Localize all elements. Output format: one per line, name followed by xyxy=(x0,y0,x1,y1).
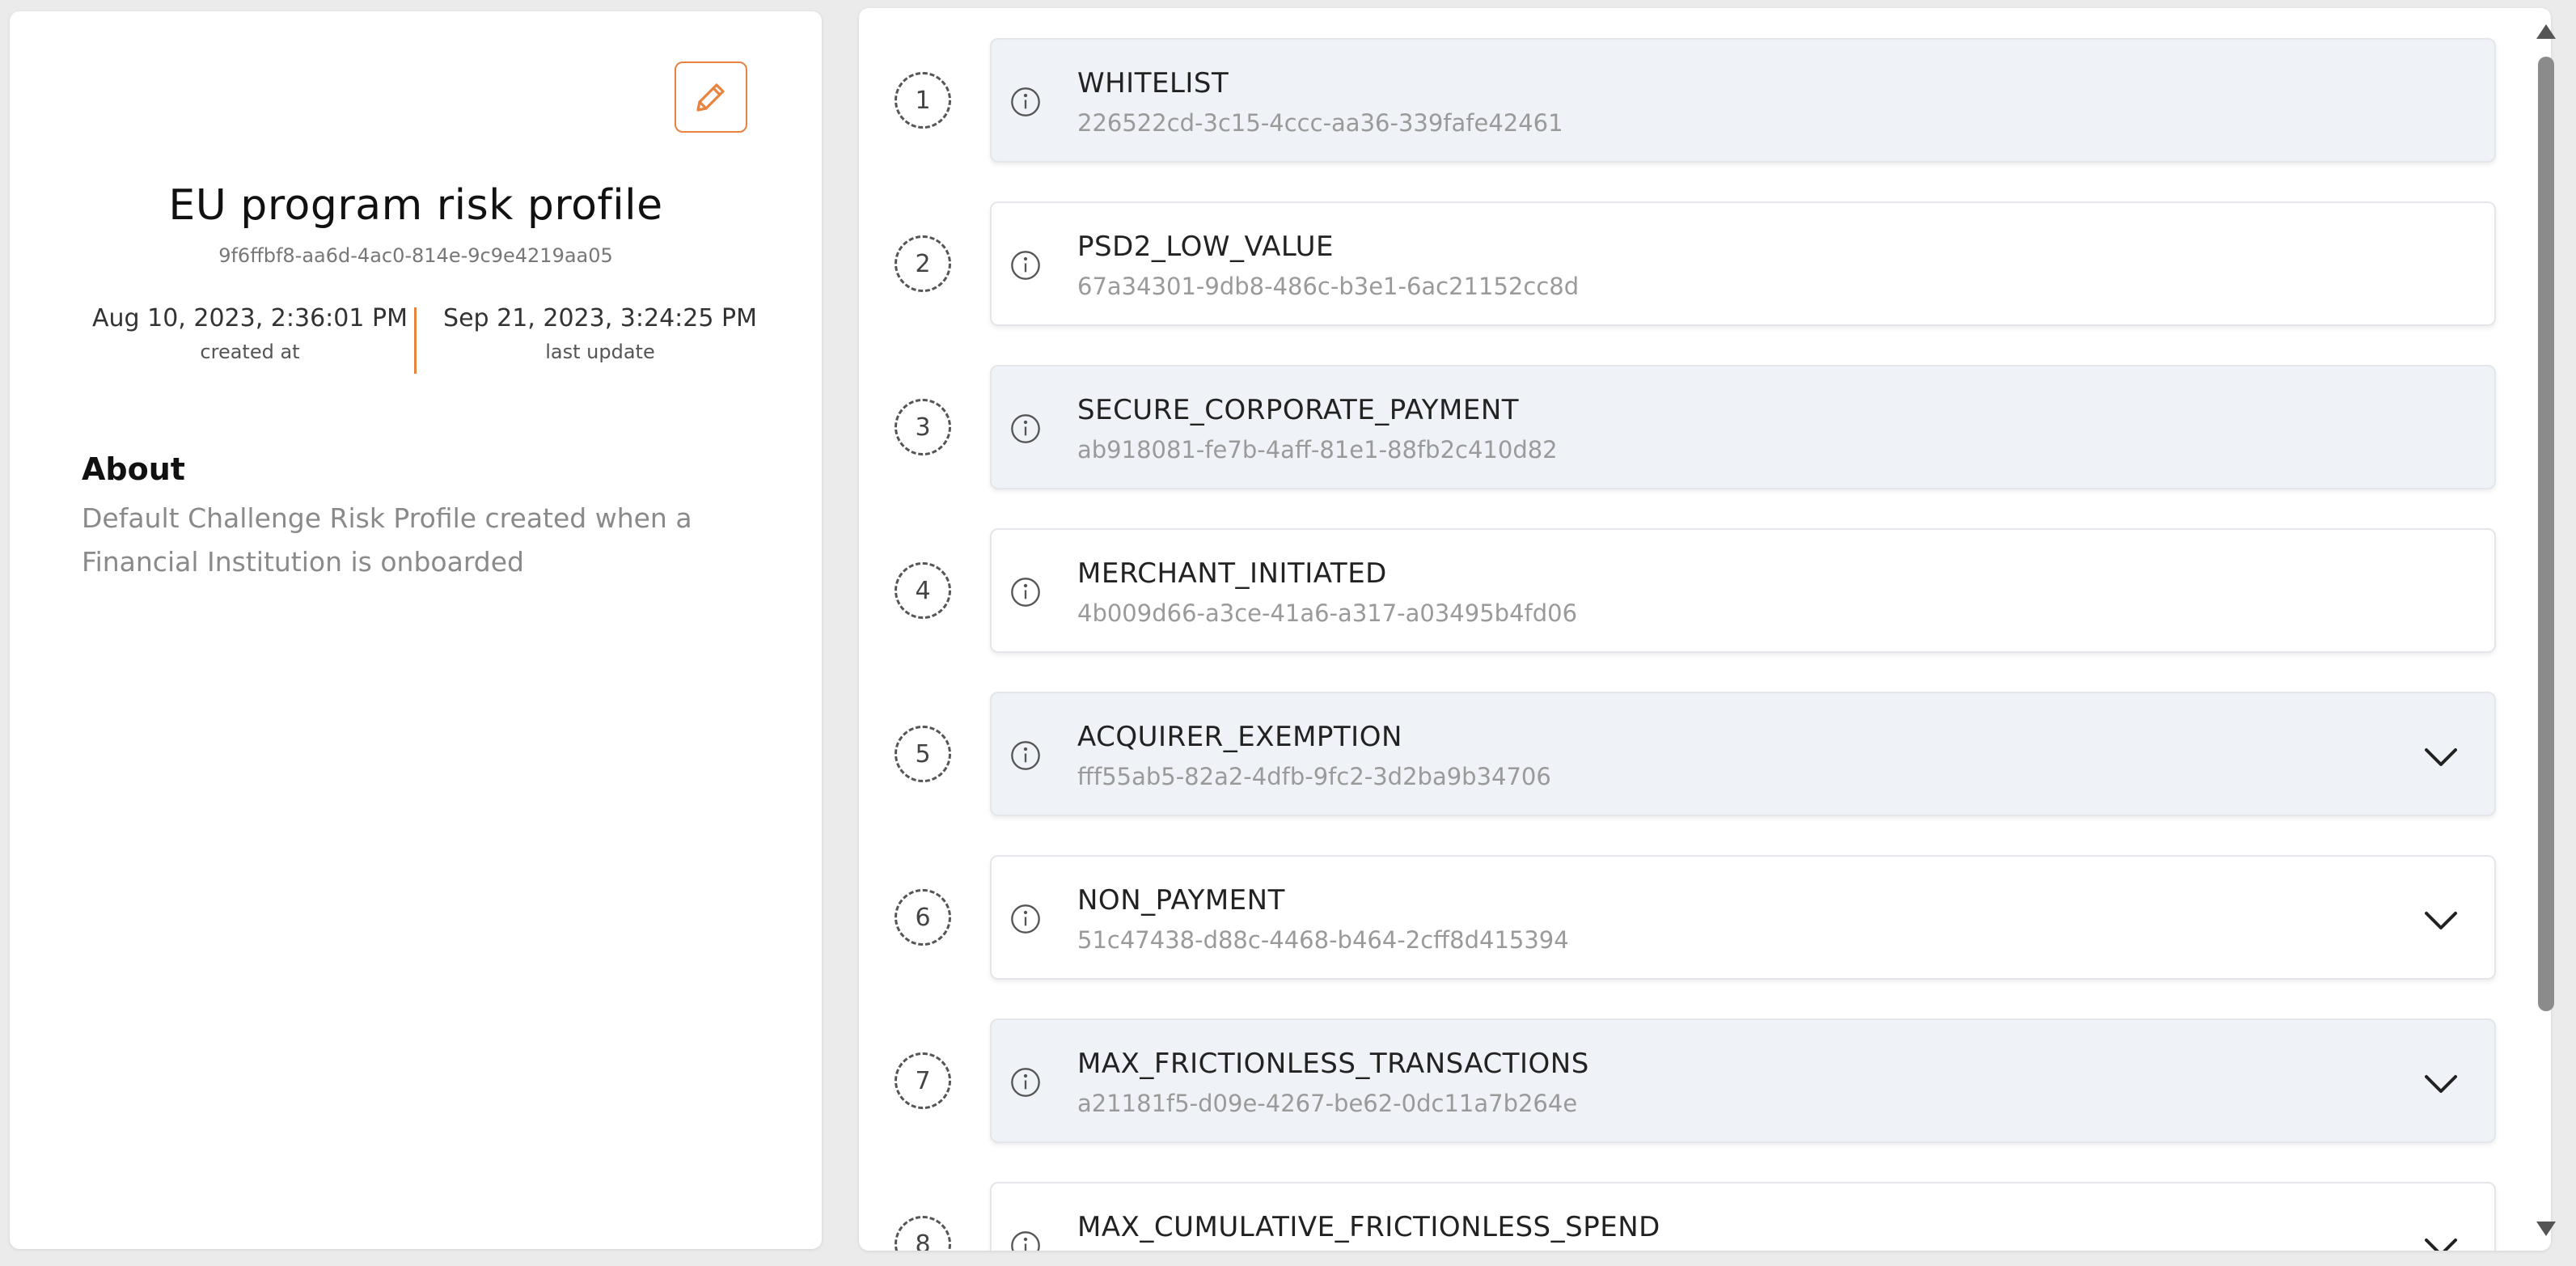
scroll-up-arrow-icon[interactable] xyxy=(2536,24,2556,39)
rule-row: 4 MERCHANT_INITIATED 4b009d66-a3ce-41a6-a3… xyxy=(859,528,2509,658)
rule-card[interactable]: ACQUIRER_EXEMPTION fff55ab5-82a2-4dfb-9fc… xyxy=(990,692,2496,816)
info-icon[interactable] xyxy=(1009,1230,1042,1251)
rule-row: 5 ACQUIRER_EXEMPTION fff55ab5-82a2-4dfb-9f… xyxy=(859,692,2509,821)
info-icon[interactable] xyxy=(1009,249,1042,282)
rule-name: SECURE_CORPORATE_PAYMENT xyxy=(1077,394,1520,426)
rule-id: ab918081-fe7b-4aff-81e1-88fb2c410d82 xyxy=(1077,436,1558,464)
about-description: Default Challenge Risk Profile created w… xyxy=(82,502,692,578)
pencil-icon xyxy=(696,83,725,112)
profile-dates: Aug 10, 2023, 2:36:01 PM created at Sep … xyxy=(10,304,822,375)
rule-name: ACQUIRER_EXEMPTION xyxy=(1077,721,1402,753)
rule-name: WHITELIST xyxy=(1077,67,1229,100)
rule-index: 1 xyxy=(895,72,951,129)
date-divider xyxy=(414,307,417,374)
rule-row: 7 MAX_FRICTIONLESS_TRANSACTIONS a21181f5-d… xyxy=(859,1018,2509,1148)
rule-index: 4 xyxy=(895,562,951,619)
profile-card: EU program risk profile 9f6ffbf8-aa6d-4a… xyxy=(10,11,822,1249)
rule-index: 6 xyxy=(895,889,951,946)
rule-id: 67a34301-9db8-486c-b3e1-6ac21152cc8d xyxy=(1077,273,1580,300)
rule-name: MAX_FRICTIONLESS_TRANSACTIONS xyxy=(1077,1048,1589,1080)
rule-index: 3 xyxy=(895,399,951,455)
rule-index: 8 xyxy=(895,1216,951,1251)
rule-id: 4b009d66-a3ce-41a6-a317-a03495b4fd06 xyxy=(1077,599,1578,627)
created-at: Aug 10, 2023, 2:36:01 PM created at xyxy=(76,304,424,363)
rule-index: 7 xyxy=(895,1052,951,1109)
rule-card[interactable]: WHITELIST 226522cd-3c15-4ccc-aa36-339fafe… xyxy=(990,38,2496,163)
rule-row: 1 WHITELIST 226522cd-3c15-4ccc-aa36-339faf… xyxy=(859,38,2509,167)
info-icon[interactable] xyxy=(1009,903,1042,935)
rules-panel: 1 WHITELIST 226522cd-3c15-4ccc-aa36-339faf… xyxy=(859,8,2551,1251)
rule-id: fff55ab5-82a2-4dfb-9fc2-3d2ba9b34706 xyxy=(1077,763,1551,790)
scroll-thumb[interactable] xyxy=(2538,57,2554,1011)
rule-id: 51c47438-d88c-4468-b464-2cff8d415394 xyxy=(1077,926,1569,954)
rule-index: 5 xyxy=(895,726,951,782)
rule-card[interactable]: PSD2_LOW_VALUE 67a34301-9db8-486c-b3e1-6a… xyxy=(990,201,2496,326)
last-update: Sep 21, 2023, 3:24:25 PM last update xyxy=(426,304,774,363)
info-icon[interactable] xyxy=(1009,413,1042,445)
rule-name: MAX_CUMULATIVE_FRICTIONLESS_SPEND xyxy=(1077,1211,1660,1243)
rule-card[interactable]: MAX_FRICTIONLESS_TRANSACTIONS a21181f5-d0… xyxy=(990,1018,2496,1143)
rule-name: PSD2_LOW_VALUE xyxy=(1077,231,1334,263)
last-update-label: last update xyxy=(545,341,655,363)
rule-name: MERCHANT_INITIATED xyxy=(1077,557,1387,590)
page-title: EU program risk profile xyxy=(168,181,663,230)
rule-row: 8 MAX_CUMULATIVE_FRICTIONLESS_SPEND xyxy=(859,1182,2509,1251)
info-icon[interactable] xyxy=(1009,86,1042,118)
rule-row: 2 PSD2_LOW_VALUE 67a34301-9db8-486c-b3e1-6… xyxy=(859,201,2509,331)
profile-id: 9f6ffbf8-aa6d-4ac0-814e-9c9e4219aa05 xyxy=(218,244,613,267)
rule-card[interactable]: MERCHANT_INITIATED 4b009d66-a3ce-41a6-a31… xyxy=(990,528,2496,653)
rule-card[interactable]: NON_PAYMENT 51c47438-d88c-4468-b464-2cff8… xyxy=(990,855,2496,980)
created-at-value: Aug 10, 2023, 2:36:01 PM xyxy=(92,304,408,332)
scroll-down-arrow-icon[interactable] xyxy=(2536,1222,2556,1236)
rule-id: 226522cd-3c15-4ccc-aa36-339fafe42461 xyxy=(1077,109,1563,137)
chevron-down-icon[interactable] xyxy=(2422,1230,2460,1251)
scrollbar[interactable] xyxy=(2530,11,2561,1249)
info-icon[interactable] xyxy=(1009,1066,1042,1099)
created-at-label: created at xyxy=(200,341,300,363)
rule-name: NON_PAYMENT xyxy=(1077,884,1285,917)
info-icon[interactable] xyxy=(1009,576,1042,608)
rule-row: 6 NON_PAYMENT 51c47438-d88c-4468-b464-2cff… xyxy=(859,855,2509,984)
chevron-down-icon[interactable] xyxy=(2422,904,2460,936)
rule-card[interactable]: SECURE_CORPORATE_PAYMENT ab918081-fe7b-4a… xyxy=(990,365,2496,489)
edit-button[interactable] xyxy=(675,61,747,133)
last-update-value: Sep 21, 2023, 3:24:25 PM xyxy=(443,304,757,332)
rule-index: 2 xyxy=(895,235,951,292)
chevron-down-icon[interactable] xyxy=(2422,740,2460,773)
rule-row: 3 SECURE_CORPORATE_PAYMENT ab918081-fe7b-4… xyxy=(859,365,2509,494)
about-heading: About xyxy=(82,451,185,487)
chevron-down-icon[interactable] xyxy=(2422,1067,2460,1099)
rule-id: a21181f5-d09e-4267-be62-0dc11a7b264e xyxy=(1077,1090,1578,1117)
rule-card[interactable]: MAX_CUMULATIVE_FRICTIONLESS_SPEND xyxy=(990,1182,2496,1251)
info-icon[interactable] xyxy=(1009,739,1042,772)
